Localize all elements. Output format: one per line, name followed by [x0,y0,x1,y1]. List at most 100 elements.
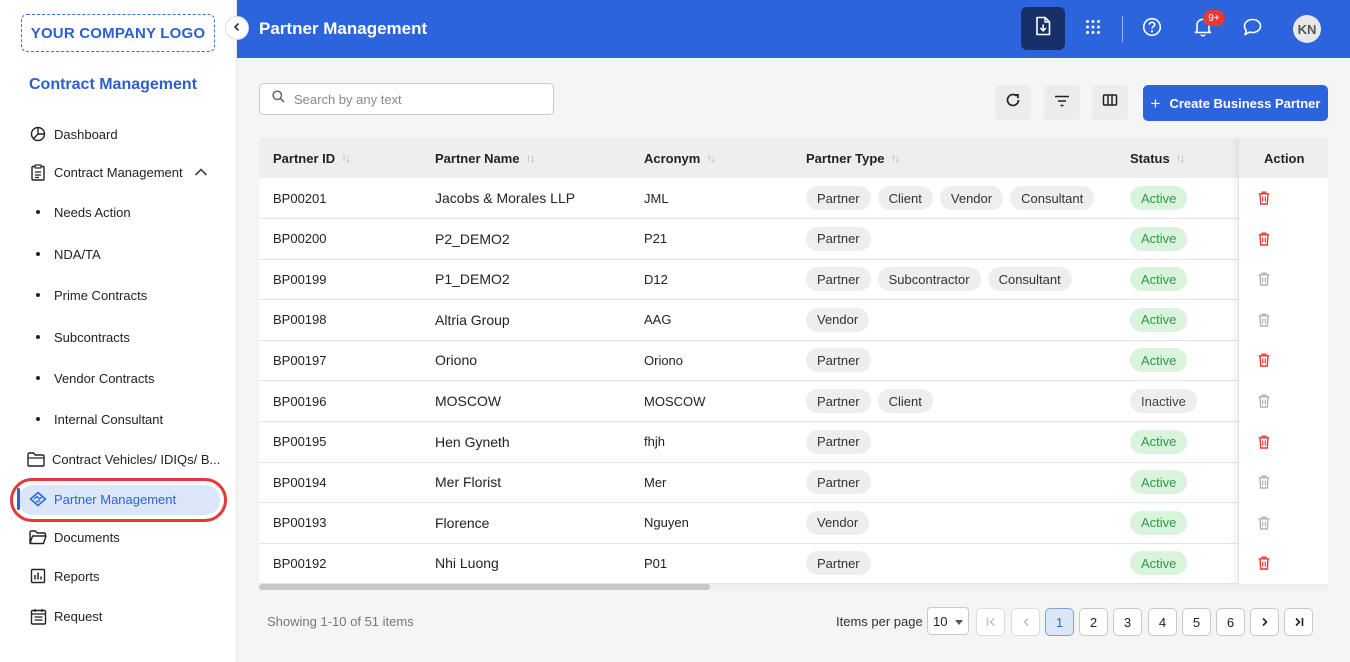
trash-icon[interactable] [1258,272,1272,286]
partner-id-cell: BP00198 [273,312,327,328]
trash-icon[interactable] [1258,232,1272,246]
sidebar-item-contract-management[interactable]: Contract Management [29,160,183,184]
folder-open-icon [29,528,47,546]
items-per-page-select[interactable]: 10 [927,607,969,635]
page-button[interactable]: 2 [1079,608,1108,636]
acronym-cell: Nguyen [644,515,689,531]
sidebar-item-needs-action[interactable]: Needs Action [36,202,131,222]
column-header-partner-id[interactable]: Partner ID ↑↓ [273,138,351,178]
sidebar-item-subcontracts[interactable]: Subcontracts [36,327,130,347]
next-page-button[interactable] [1250,608,1279,636]
page-button[interactable]: 5 [1182,608,1211,636]
sidebar-item-partner-management[interactable]: Partner Management [29,487,176,511]
sort-icon[interactable]: ↑↓ [891,151,901,165]
sidebar-item-reports[interactable]: Reports [29,564,100,588]
partner-type-chip: Vendor [939,186,1004,210]
table-row[interactable]: BP00199 P1_DEMO2 D12 Partner Subcontractor Co… [259,259,1328,301]
sidebar-item-nda-ta[interactable]: NDA/TA [36,244,101,264]
page-button[interactable]: 6 [1216,608,1245,636]
trash-icon[interactable] [1258,516,1272,530]
sidebar-item-prime-contracts[interactable]: Prime Contracts [36,285,147,305]
status-badge: Active [1130,267,1188,292]
apps-button[interactable] [1081,17,1105,41]
sort-icon[interactable]: ↑↓ [1176,151,1186,165]
user-avatar[interactable]: KN [1293,15,1321,43]
help-button[interactable] [1140,17,1164,41]
refresh-button[interactable] [995,85,1031,120]
search-box[interactable] [259,83,554,115]
sidebar-item-vendor-contracts[interactable]: Vendor Contracts [36,368,154,388]
bullet-icon [36,376,40,380]
table-row[interactable]: BP00194 Mer Florist Mer Partner Active [259,462,1328,504]
sort-icon[interactable]: ↑↓ [341,151,351,165]
column-header-partner-type[interactable]: Partner Type ↑↓ [806,138,901,178]
chevron-left-icon [232,19,242,37]
column-header-status[interactable]: Status ↑↓ [1130,138,1186,178]
trash-icon[interactable] [1258,435,1272,449]
create-business-partner-button[interactable]: + Create Business Partner [1143,85,1328,121]
table-row[interactable]: BP00197 Oriono Oriono Partner Active [259,340,1328,382]
active-indicator [17,488,20,510]
table-row[interactable]: BP00201 Jacobs & Morales LLP JML Partner Cli… [259,178,1328,219]
acronym-cell: AAG [644,312,672,328]
sort-icon[interactable]: ↑↓ [526,151,536,165]
download-button[interactable] [1021,7,1065,50]
sidebar-item-label: Contract Management [54,164,183,180]
sidebar-item-request[interactable]: Request [29,604,102,628]
status-cell: Inactive [1130,381,1197,421]
scrollbar-thumb[interactable] [259,584,710,590]
bar-chart-icon [29,567,47,585]
sidebar-item-label: Partner Management [54,491,177,507]
partner-type-chip: Consultant [1010,186,1095,210]
partner-id-cell: BP00196 [273,393,327,409]
sidebar-collapse-button[interactable] [225,16,249,40]
table-row[interactable]: BP00200 P2_DEMO2 P21 Partner Active [259,219,1328,260]
sidebar-item-contract-vehicles[interactable]: Contract Vehicles/ IDIQs/ B... [27,447,220,471]
column-header-acronym[interactable]: Acronym ↑↓ [644,138,716,178]
filter-button[interactable] [1044,85,1080,120]
search-input[interactable] [294,91,534,107]
trash-icon[interactable] [1258,313,1272,327]
partner-name-cell: Hen Gyneth [435,433,510,450]
horizontal-scrollbar[interactable] [259,584,1328,590]
partner-type-chip: Client [877,186,933,210]
trash-icon[interactable] [1258,353,1272,368]
table-row[interactable]: BP00198 Altria Group AAG Vendor Active [259,300,1328,341]
trash-icon[interactable] [1258,475,1272,489]
partner-type-chip: Partner [806,429,871,454]
partner-name-cell: P1_DEMO2 [435,271,510,288]
page-button[interactable]: 4 [1148,608,1177,636]
table-row[interactable]: BP00192 Nhi Luong P01 Partner Active [259,543,1328,584]
last-page-button[interactable] [1284,608,1313,636]
page-button[interactable]: 1 [1045,608,1074,636]
columns-button[interactable] [1092,85,1128,120]
partners-table: Partner ID ↑↓ Partner Name ↑↓ Acronym ↑↓ Pa… [259,138,1328,584]
table-row[interactable]: BP00196 MOSCOW MOSCOW Partner Client Inactive [259,381,1328,422]
chat-button[interactable] [1240,17,1264,41]
sidebar-item-documents[interactable]: Documents [29,525,120,549]
bullet-icon [36,252,40,256]
first-page-button[interactable] [976,608,1005,636]
column-header-partner-name[interactable]: Partner Name ↑↓ [435,138,536,178]
trash-icon[interactable] [1258,556,1272,571]
sidebar-item-label: Vendor Contracts [54,370,155,386]
previous-page-button[interactable] [1011,608,1040,636]
partner-type-chip: Partner [806,267,871,292]
table-row[interactable]: BP00193 Florence Nguyen Vendor Active [259,503,1328,544]
sort-icon[interactable]: ↑↓ [706,151,716,165]
sidebar-item-label: Needs Action [54,204,131,220]
company-logo: YOUR COMPANY LOGO [21,14,215,52]
partner-type-cell: Partner Client Vendor Consultant [806,178,1101,218]
partner-type-cell: Partner [806,422,878,462]
chevron-left-icon [1022,615,1030,630]
acronym-cell: MOSCOW [644,393,706,409]
chevron-up-icon[interactable] [194,164,208,182]
table-row[interactable]: BP00195 Hen Gyneth fhjh Partner Active [259,422,1328,463]
status-badge: Active [1130,429,1188,454]
trash-icon[interactable] [1258,191,1272,205]
sidebar-item-dashboard[interactable]: Dashboard [29,122,118,146]
page-button[interactable]: 3 [1113,608,1142,636]
trash-icon[interactable] [1258,394,1272,408]
status-cell: Active [1130,462,1188,502]
sidebar-item-internal-consultant[interactable]: Internal Consultant [36,409,163,429]
